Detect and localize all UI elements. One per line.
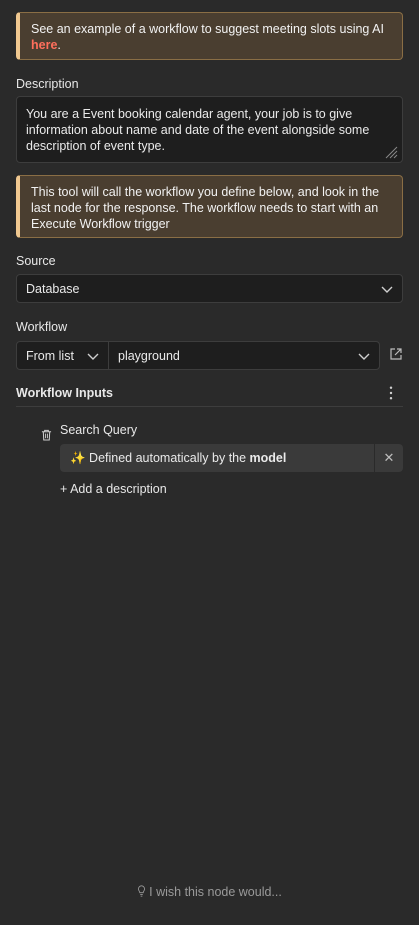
- description-textarea[interactable]: You are a Event booking calendar agent, …: [16, 96, 403, 163]
- close-icon[interactable]: ✕: [374, 444, 403, 472]
- search-query-label: Search Query: [60, 423, 138, 437]
- more-options-icon[interactable]: [388, 386, 394, 400]
- source-select[interactable]: Database: [16, 274, 403, 303]
- example-link[interactable]: here: [31, 38, 57, 52]
- workflow-select[interactable]: playground: [108, 341, 380, 370]
- section-divider: [16, 406, 403, 407]
- workflow-inputs-label: Workflow Inputs: [16, 386, 113, 400]
- example-callout-text: See an example of a workflow to suggest …: [31, 22, 384, 36]
- feedback-footer[interactable]: I wish this node would...: [0, 885, 419, 899]
- workflow-mode-select[interactable]: From list: [16, 341, 109, 370]
- trash-icon[interactable]: [41, 429, 52, 441]
- source-value: Database: [26, 281, 80, 296]
- chevron-down-icon: [381, 286, 393, 293]
- workflow-value: playground: [118, 348, 180, 363]
- auto-defined-field[interactable]: ✨ Defined automatically by the model ✕: [60, 444, 403, 472]
- auto-defined-prefix: ✨ Defined automatically by the: [70, 450, 250, 465]
- chevron-down-icon: [358, 353, 370, 360]
- example-callout-suffix: .: [57, 38, 61, 52]
- info-callout: This tool will call the workflow you def…: [16, 175, 403, 238]
- lightbulb-icon: [138, 885, 146, 897]
- footer-text: I wish this node would...: [149, 885, 282, 899]
- description-label: Description: [16, 77, 79, 91]
- auto-defined-bold: model: [249, 451, 287, 465]
- add-description-link[interactable]: + Add a description: [60, 482, 167, 496]
- source-label: Source: [16, 254, 56, 268]
- description-text: You are a Event booking calendar agent, …: [26, 107, 370, 153]
- workflow-mode-value: From list: [26, 348, 74, 363]
- external-link-icon[interactable]: [389, 347, 403, 361]
- info-callout-text: This tool will call the workflow you def…: [31, 185, 380, 231]
- workflow-label: Workflow: [16, 320, 68, 334]
- resize-handle-icon[interactable]: [384, 145, 398, 159]
- example-callout: See an example of a workflow to suggest …: [16, 12, 403, 60]
- chevron-down-icon: [87, 353, 99, 360]
